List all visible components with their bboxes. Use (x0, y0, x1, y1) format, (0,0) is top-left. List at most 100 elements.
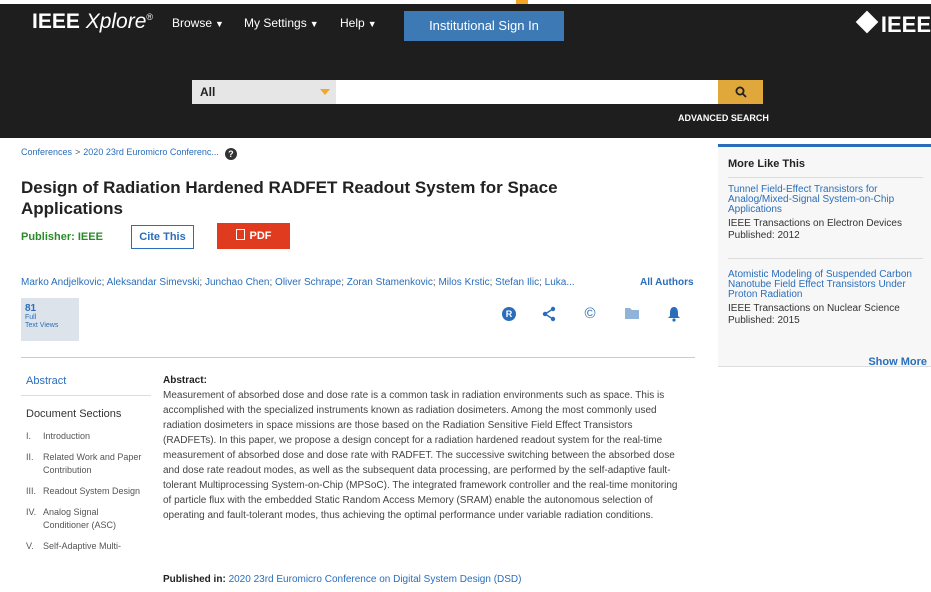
nav-label: Browse (172, 16, 213, 30)
bell-icon[interactable] (666, 306, 682, 322)
published-in-label: Published in: (163, 574, 226, 585)
document-nav: Abstract Document Sections I. Introductio… (21, 372, 151, 557)
related-article-journal: IEEE Transactions on Electron Devices (728, 218, 902, 229)
section-label: Readout System Design (43, 486, 141, 496)
section-label: Introduction (43, 431, 91, 441)
ieee-logo[interactable]: IEEE (855, 10, 931, 38)
search-icon (735, 86, 747, 98)
site-header: IEEE Xplore® Browse ▼ My Settings ▼ Help ▼ … (0, 4, 931, 138)
related-article-title[interactable]: Tunnel Field-Effect Transistors for Anal… (728, 185, 928, 215)
folder-icon[interactable] (624, 306, 640, 322)
nav-my-settings[interactable]: My Settings ▼ (244, 16, 319, 30)
section-link[interactable]: IV. Analog Signal Conditioner (ASC) (21, 502, 151, 536)
related-article-journal: IEEE Transactions on Nuclear Science (728, 303, 900, 314)
chevron-down-icon: ▼ (309, 19, 319, 29)
related-article: Tunnel Field-Effect Transistors for Anal… (728, 185, 928, 242)
metrics-count: 81 (25, 303, 37, 314)
section-number: III. (26, 486, 37, 496)
author-list: Marko Andjelkovic; Aleksandar Simevski; … (21, 277, 575, 288)
publisher-label: Publisher: IEEE (21, 231, 103, 243)
nav-label: Help (340, 16, 365, 30)
institutional-sign-in-button[interactable]: Institutional Sign In (404, 11, 564, 41)
metrics-badge[interactable]: 81 Full Text Views (21, 298, 79, 341)
panel-divider (728, 258, 923, 259)
author-link[interactable]: Marko Andjelkovic (21, 277, 102, 288)
author-link[interactable]: Luka... (545, 277, 575, 288)
author-link[interactable]: Junchao Chen (205, 277, 270, 288)
pdf-label: PDF (249, 230, 272, 242)
search-button[interactable] (718, 80, 763, 104)
related-article-date: Published: 2015 (728, 315, 800, 326)
section-link[interactable]: III. Readout System Design (21, 481, 151, 502)
logo-text: IEEE (32, 10, 80, 33)
chevron-down-icon: ▼ (215, 19, 224, 29)
more-like-this-panel: More Like This Tunnel Field-Effect Trans… (718, 144, 931, 368)
rights-icon[interactable]: R (502, 307, 516, 321)
section-label: Analog Signal Conditioner (ASC) (43, 507, 117, 530)
abstract-section: Abstract: Measurement of absorbed dose a… (163, 373, 683, 523)
ieee-xplore-logo[interactable]: IEEE Xplore® (32, 10, 153, 34)
search-scope-select[interactable]: All (192, 80, 336, 104)
cite-this-button[interactable]: Cite This (131, 225, 194, 249)
author-separator: ; (539, 277, 542, 288)
search-input[interactable] (336, 80, 718, 104)
page-title: Design of Radiation Hardened RADFET Read… (21, 178, 558, 218)
show-more-link[interactable]: Show More (868, 356, 927, 368)
author-link[interactable]: Stefan Ilic (495, 277, 539, 288)
section-link[interactable]: II. Related Work and Paper Contribution (21, 447, 151, 481)
section-number: V. (26, 541, 34, 551)
published-in: Published in: 2020 23rd Euromicro Confer… (163, 574, 521, 585)
published-in-link[interactable]: 2020 23rd Euromicro Conference on Digita… (229, 574, 522, 585)
share-icon[interactable] (541, 306, 557, 322)
author-link[interactable]: Aleksandar Simevski (107, 277, 200, 288)
section-link[interactable]: V. Self-Adaptive Multi- (21, 536, 151, 557)
author-separator: ; (101, 277, 105, 288)
breadcrumb-conferences[interactable]: Conferences (21, 147, 72, 157)
author-separator: ; (489, 277, 493, 288)
abstract-heading: Abstract: (163, 375, 207, 386)
author-separator: ; (199, 277, 203, 288)
breadcrumb: Conferences >2020 23rd Euromicro Conferen… (21, 147, 237, 160)
search-scope-value: All (200, 85, 216, 99)
metrics-label-1: Full (25, 314, 37, 321)
section-number: I. (26, 431, 32, 441)
nav-browse[interactable]: Browse ▼ (172, 16, 224, 30)
logo-italic: Xplore (85, 10, 147, 33)
help-icon[interactable]: ? (224, 148, 237, 160)
nav-abstract[interactable]: Abstract (21, 372, 151, 396)
pdf-button[interactable]: PDF (217, 223, 290, 249)
more-like-this-heading: More Like This (728, 158, 806, 170)
all-authors-link[interactable]: All Authors (640, 277, 694, 288)
author-separator: ; (432, 277, 436, 288)
related-article-title[interactable]: Atomistic Modeling of Suspended Carbon N… (728, 270, 928, 300)
section-number: IV. (26, 507, 37, 517)
advanced-search-link[interactable]: ADVANCED SEARCH (678, 113, 769, 123)
caret-down-icon (320, 89, 330, 95)
breadcrumb-separator: > (75, 147, 81, 157)
author-link[interactable]: Milos Krstic (438, 277, 489, 288)
section-number: II. (26, 452, 34, 462)
pdf-icon (235, 229, 245, 240)
nav-help[interactable]: Help ▼ (340, 16, 377, 30)
author-separator: ; (341, 277, 344, 288)
author-separator: ; (269, 277, 273, 288)
section-label: Self-Adaptive Multi- (43, 541, 122, 551)
breadcrumb-conference[interactable]: 2020 23rd Euromicro Conferenc... (83, 147, 219, 157)
section-label: Related Work and Paper Contribution (43, 452, 142, 475)
nav-label: My Settings (244, 16, 307, 30)
author-link[interactable]: Zoran Stamenkovic (347, 277, 433, 288)
logo-reg: ® (146, 12, 154, 22)
document-sections-heading: Document Sections (26, 408, 122, 420)
abstract-text: Measurement of absorbed dose and dose ra… (163, 390, 678, 521)
ieee-mark-text: IEEE (880, 12, 931, 37)
author-link[interactable]: Oliver Schrape (275, 277, 341, 288)
panel-divider (728, 177, 923, 178)
related-article-date: Published: 2012 (728, 230, 800, 241)
section-divider (21, 357, 695, 358)
chevron-down-icon: ▼ (367, 19, 377, 29)
copyright-icon[interactable]: © (582, 306, 598, 322)
ieee-diamond-icon (855, 10, 879, 34)
section-link[interactable]: I. Introduction (21, 426, 151, 447)
related-article: Atomistic Modeling of Suspended Carbon N… (728, 270, 928, 327)
metrics-label-2: Text Views (25, 322, 59, 329)
